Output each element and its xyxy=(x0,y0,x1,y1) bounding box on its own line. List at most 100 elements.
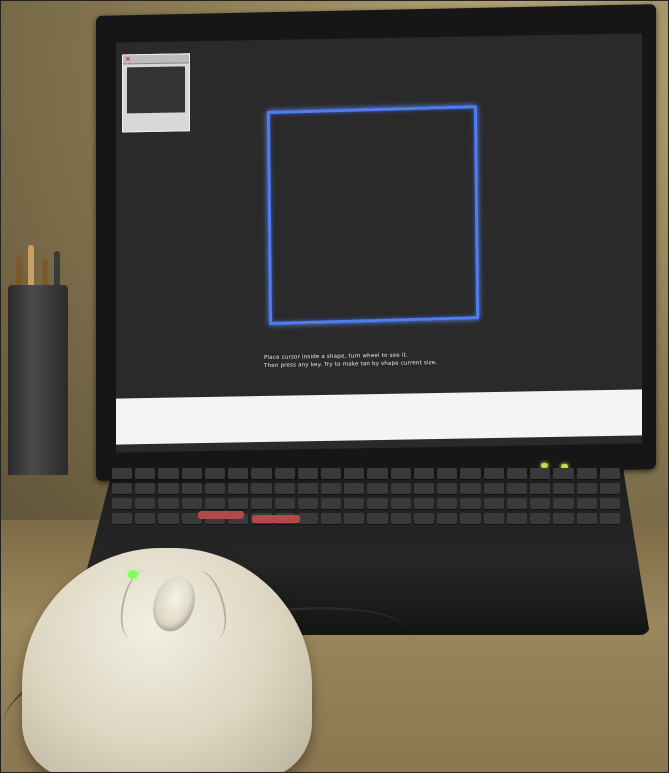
keyboard-key xyxy=(158,468,179,480)
keyboard-key xyxy=(553,483,574,495)
keyboard-key xyxy=(135,468,156,480)
keyboard-key xyxy=(530,498,551,510)
trackpoint-left-button xyxy=(198,511,244,519)
screen-white-band xyxy=(116,389,642,445)
keyboard-key xyxy=(553,513,574,525)
keyboard-key xyxy=(344,483,365,495)
keyboard-key xyxy=(576,483,597,495)
keyboard-key xyxy=(204,483,226,495)
trackpoint-right-button xyxy=(252,515,300,523)
keyboard-key xyxy=(390,483,411,495)
keyboard-key xyxy=(576,468,597,480)
keyboard-key xyxy=(483,468,504,480)
keyboard-key xyxy=(158,483,179,495)
keyboard-key xyxy=(437,513,458,525)
keyboard-key xyxy=(599,468,620,480)
keyboard-key xyxy=(135,513,156,525)
close-icon: ✕ xyxy=(125,55,131,64)
keyboard-key xyxy=(297,483,319,495)
keyboard-key xyxy=(460,483,481,495)
keyboard-key xyxy=(576,498,597,510)
keyboard-key xyxy=(553,468,574,480)
pencil xyxy=(54,251,60,285)
blue-square-shape xyxy=(266,105,480,326)
keyboard-key xyxy=(112,513,133,525)
keyboard-key xyxy=(390,468,411,480)
keyboard-key xyxy=(344,468,365,480)
pencil xyxy=(42,259,48,285)
keyboard-key xyxy=(251,468,272,480)
keyboard-key xyxy=(483,498,504,510)
keyboard-key xyxy=(460,498,481,510)
pencil-cup xyxy=(8,245,68,475)
keyboard xyxy=(112,468,620,538)
keyboard-key xyxy=(413,513,435,525)
keyboard-key xyxy=(228,468,249,480)
keyboard-key xyxy=(367,468,388,480)
keyboard-key xyxy=(321,468,342,480)
keyboard-key xyxy=(437,498,458,510)
laptop-screen: ✕ Place cursor inside a shape, turn whee… xyxy=(116,33,642,453)
small-window: ✕ xyxy=(122,53,190,133)
keyboard-key xyxy=(112,483,133,495)
keyboard-key xyxy=(204,468,226,480)
keyboard-key xyxy=(344,498,365,510)
keyboard-key xyxy=(181,468,202,480)
keyboard-key xyxy=(530,513,551,525)
keyboard-key xyxy=(483,513,504,525)
keyboard-key xyxy=(251,498,272,510)
keyboard-key xyxy=(506,483,528,495)
keyboard-key xyxy=(413,498,435,510)
keyboard-key xyxy=(251,483,272,495)
keyboard-key xyxy=(390,513,411,525)
keyboard-key xyxy=(228,498,249,510)
keyboard-key xyxy=(460,468,481,480)
keyboard-key xyxy=(413,468,435,480)
keyboard-key xyxy=(576,513,597,525)
keyboard-key xyxy=(297,468,319,480)
keyboard-key xyxy=(181,483,202,495)
keyboard-key xyxy=(158,513,179,525)
keyboard-key xyxy=(437,483,458,495)
keyboard-key xyxy=(460,513,481,525)
keyboard-key xyxy=(599,483,620,495)
keyboard-key xyxy=(274,498,295,510)
keyboard-key xyxy=(321,483,342,495)
small-window-pane xyxy=(127,66,185,114)
keyboard-key xyxy=(506,513,528,525)
keyboard-key xyxy=(158,498,179,510)
keyboard-key xyxy=(297,513,319,525)
keyboard-key xyxy=(530,483,551,495)
pencil xyxy=(28,245,34,285)
keyboard-key xyxy=(553,498,574,510)
keyboard-key xyxy=(181,498,202,510)
keyboard-key xyxy=(367,513,388,525)
keyboard-key xyxy=(437,468,458,480)
keyboard-key xyxy=(506,468,528,480)
keyboard-key xyxy=(599,498,620,510)
small-window-titlebar: ✕ xyxy=(123,54,189,65)
keyboard-key xyxy=(390,498,411,510)
screen-instructions: Place cursor inside a shape, turn wheel … xyxy=(264,349,524,370)
keyboard-key xyxy=(321,498,342,510)
mouse-led xyxy=(128,570,138,579)
keyboard-key xyxy=(483,483,504,495)
keyboard-key xyxy=(321,513,342,525)
keyboard-key xyxy=(274,483,295,495)
keyboard-key xyxy=(344,513,365,525)
keyboard-key xyxy=(297,498,319,510)
keyboard-key xyxy=(274,468,295,480)
keyboard-key xyxy=(530,468,551,480)
keyboard-key xyxy=(506,498,528,510)
keyboard-key xyxy=(367,483,388,495)
keyboard-key xyxy=(112,468,133,480)
keyboard-key xyxy=(599,513,620,525)
pencil xyxy=(16,255,22,285)
keyboard-key xyxy=(135,498,156,510)
keyboard-key xyxy=(204,498,226,510)
keyboard-key xyxy=(413,483,435,495)
photo-scene: ✕ Place cursor inside a shape, turn whee… xyxy=(0,0,669,773)
keyboard-key xyxy=(367,498,388,510)
keyboard-key xyxy=(135,483,156,495)
keyboard-key xyxy=(228,483,249,495)
